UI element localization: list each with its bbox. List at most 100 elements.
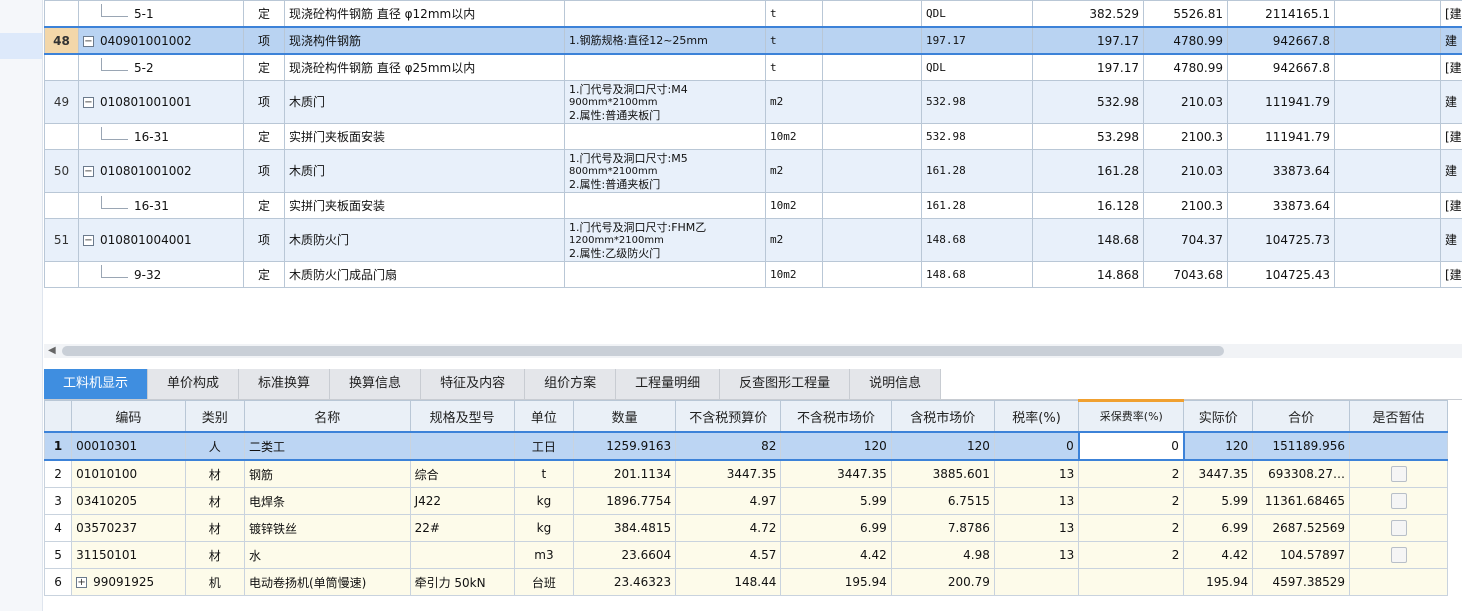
provisional-checkbox[interactable] — [1390, 520, 1407, 536]
tax-rate[interactable] — [993, 568, 1080, 596]
resource-code-cell[interactable]: 31150101 — [71, 541, 186, 569]
empty-cell[interactable] — [1334, 80, 1441, 124]
tab-4[interactable]: 换算信息 — [330, 369, 422, 399]
collapse-icon[interactable]: − — [83, 166, 94, 177]
item-unit[interactable]: t — [765, 53, 823, 81]
resource-total[interactable]: 151189.956 — [1252, 431, 1350, 461]
quota-row[interactable]: 16-31 定实拼门夹板面安装 10m2 532.98 53.298 2100.3 1119… — [44, 123, 1462, 150]
budget-price-ex-tax[interactable]: 3447.35 — [675, 459, 782, 488]
column-header[interactable]: 合价 — [1252, 400, 1350, 433]
resource-category[interactable]: 机 — [184, 568, 245, 596]
quantity-expression[interactable]: 197.17 — [921, 26, 1033, 55]
tab-6[interactable]: 组价方案 — [525, 369, 617, 399]
is-provisional-cell[interactable] — [1349, 459, 1448, 488]
quantity-expression[interactable]: 148.68 — [921, 218, 1033, 262]
actual-price[interactable]: 120 — [1183, 431, 1254, 461]
resource-name[interactable]: 电动卷扬机(单筒慢速) — [243, 568, 411, 596]
column-header[interactable]: 不含税预算价 — [675, 400, 782, 433]
horizontal-scrollbar[interactable]: ◀ — [44, 344, 1462, 358]
empty-cell[interactable] — [822, 218, 922, 262]
procurement-fee-rate[interactable]: 2 — [1078, 514, 1185, 542]
empty-cell[interactable] — [1334, 149, 1441, 193]
item-code-cell[interactable]: 5-1 — [78, 0, 244, 28]
resource-quantity[interactable]: 23.6604 — [573, 541, 677, 569]
market-price-inc-tax[interactable]: 3885.601 — [890, 459, 995, 488]
unit-price[interactable]: 2100.3 — [1143, 192, 1228, 219]
resource-category[interactable]: 材 — [184, 487, 245, 515]
total-price[interactable]: 942667.8 — [1227, 53, 1335, 81]
collapse-icon[interactable]: − — [83, 35, 94, 47]
resource-row[interactable]: 5 31150101 材水 m3 23.6604 4.57 4.42 4.98 13 2 4.42 1… — [43, 541, 1448, 569]
resource-unit[interactable]: t — [513, 459, 575, 488]
bill-item-row[interactable]: 49−010801001001 项木质门 1.门代号及洞口尺寸:M4 900mm*21… — [44, 80, 1462, 124]
resource-row[interactable]: 1 00010301 人二类工 工日 1259.9163 82 120 120 0 0 120 151… — [43, 431, 1448, 461]
item-features[interactable] — [564, 53, 766, 81]
empty-cell[interactable] — [1334, 261, 1441, 288]
unit-price[interactable]: 704.37 — [1143, 218, 1228, 262]
item-code-cell[interactable]: 16-31 — [78, 192, 244, 219]
quantity[interactable]: 532.98 — [1032, 80, 1144, 124]
market-price-ex-tax[interactable]: 195.94 — [780, 568, 892, 596]
tax-rate[interactable]: 13 — [993, 514, 1080, 542]
empty-cell[interactable] — [1334, 218, 1441, 262]
unit-price[interactable]: 210.03 — [1143, 149, 1228, 193]
scroll-left-icon[interactable]: ◀ — [48, 345, 56, 356]
item-features[interactable]: 1.门代号及洞口尺寸:M5 800mm*2100mm 2.属性:普通夹板门 — [564, 149, 766, 193]
quantity[interactable]: 382.529 — [1032, 0, 1144, 28]
empty-cell[interactable] — [1334, 53, 1441, 81]
tax-rate[interactable]: 13 — [993, 487, 1080, 515]
market-price-ex-tax[interactable]: 6.99 — [780, 514, 892, 542]
bill-item-row[interactable]: 50−010801001002 项木质门 1.门代号及洞口尺寸:M5 800mm*21… — [44, 149, 1462, 193]
left-panel-selected-item[interactable] — [0, 33, 42, 59]
market-price-inc-tax[interactable]: 7.8786 — [890, 514, 995, 542]
item-features[interactable] — [564, 0, 766, 28]
market-price-ex-tax[interactable]: 3447.35 — [780, 459, 892, 488]
tab-9[interactable]: 说明信息 — [850, 369, 942, 399]
resource-spec[interactable]: 牵引力 50kN — [409, 568, 515, 596]
item-name[interactable]: 现浇构件钢筋 — [284, 26, 565, 55]
quantity[interactable]: 14.868 — [1032, 261, 1144, 288]
column-header[interactable]: 实际价 — [1183, 400, 1254, 433]
resource-quantity[interactable]: 1896.7754 — [573, 487, 677, 515]
tab-3[interactable]: 标准换算 — [239, 369, 331, 399]
resource-unit[interactable]: m3 — [513, 541, 575, 569]
budget-price-ex-tax[interactable]: 148.44 — [675, 568, 782, 596]
actual-price[interactable]: 195.94 — [1183, 568, 1254, 596]
tab-2[interactable]: 单价构成 — [148, 369, 240, 399]
is-provisional-cell[interactable] — [1349, 568, 1448, 596]
empty-cell[interactable] — [822, 261, 922, 288]
resource-name[interactable]: 水 — [243, 541, 411, 569]
specialty-cell[interactable]: [建 — [1440, 123, 1462, 150]
item-features[interactable] — [564, 261, 766, 288]
item-code-cell[interactable]: 5-2 — [78, 53, 244, 81]
resource-spec[interactable]: 综合 — [409, 459, 515, 488]
unit-price[interactable]: 7043.68 — [1143, 261, 1228, 288]
unit-price[interactable]: 4780.99 — [1143, 26, 1228, 55]
item-unit[interactable]: t — [765, 26, 823, 55]
empty-cell[interactable] — [822, 0, 922, 28]
column-header[interactable]: 是否暂估 — [1349, 400, 1448, 433]
empty-cell[interactable] — [822, 123, 922, 150]
quantity[interactable]: 197.17 — [1032, 53, 1144, 81]
empty-cell[interactable] — [1334, 123, 1441, 150]
unit-price[interactable]: 4780.99 — [1143, 53, 1228, 81]
quantity[interactable]: 161.28 — [1032, 149, 1144, 193]
resource-spec[interactable] — [409, 541, 515, 569]
collapse-icon[interactable]: − — [83, 235, 94, 246]
quantity[interactable]: 53.298 — [1032, 123, 1144, 150]
quantity-expression[interactable]: 532.98 — [921, 123, 1033, 150]
column-header[interactable]: 单位 — [513, 400, 575, 433]
unit-price[interactable]: 2100.3 — [1143, 123, 1228, 150]
item-code-cell[interactable]: 9-32 — [78, 261, 244, 288]
is-provisional-cell[interactable] — [1349, 541, 1448, 569]
market-price-inc-tax[interactable]: 4.98 — [890, 541, 995, 569]
procurement-fee-rate[interactable]: 2 — [1078, 459, 1185, 488]
specialty-cell[interactable]: 建 — [1440, 80, 1462, 124]
specialty-cell[interactable]: [建 — [1440, 261, 1462, 288]
item-name[interactable]: 现浇砼构件钢筋 直径 φ25mm以内 — [284, 53, 565, 81]
specialty-cell[interactable]: 建 — [1440, 26, 1462, 55]
item-code-cell[interactable]: −010801001002 — [78, 149, 244, 193]
procurement-fee-rate[interactable] — [1078, 568, 1185, 596]
quantity-expression[interactable]: 161.28 — [921, 149, 1033, 193]
item-unit[interactable]: 10m2 — [765, 123, 823, 150]
